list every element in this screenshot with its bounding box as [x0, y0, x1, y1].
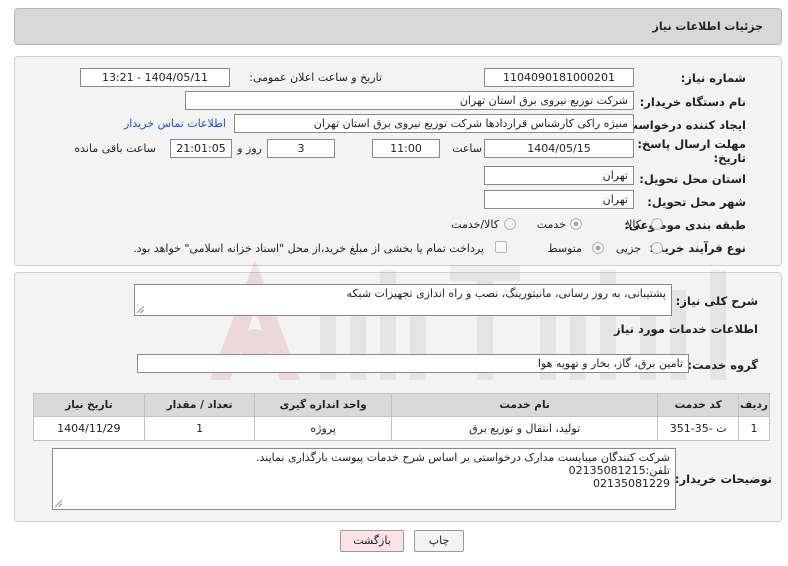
deadline-time-field: 11:00 [372, 139, 440, 158]
service-group-label: گروه خدمت: [687, 358, 758, 372]
announce-label: تاریخ و ساعت اعلان عمومی: [249, 71, 382, 84]
province-label: استان محل تحویل: [639, 172, 746, 186]
treasury-payment-checkbox[interactable] [495, 241, 507, 253]
deadline-date-field: 1404/05/15 [484, 139, 634, 158]
need-number-field: 1104090181000201 [484, 68, 634, 87]
deadline-label: مهلت ارسال پاسخ: تا [624, 137, 746, 151]
col-unit: واحد اندازه گیری [254, 393, 392, 417]
remaining-label: ساعت باقی مانده [74, 142, 156, 155]
buyer-notes-textarea[interactable]: شرکت کنندگان میبایست مدارک درخواستی بر ا… [52, 448, 676, 510]
category-goods-service-label: کالا/خدمت [451, 218, 499, 231]
province-field: تهران [484, 166, 634, 185]
page-title: جزئیات اطلاعات نیاز [652, 20, 764, 33]
city-label: شهر محل تحویل: [647, 195, 746, 209]
category-service-label: خدمت [536, 218, 566, 231]
summary-text: پشتیبانی، به روز رسانی، مانیتورینگ، نصب … [346, 287, 666, 300]
category-goods-radio[interactable] [651, 218, 663, 230]
col-row-number: ردیف [737, 393, 771, 417]
category-label: طبقه بندی موضوعی: [624, 218, 746, 232]
treasury-payment-note: پرداخت تمام یا بخشی از مبلغ خرید،از محل … [133, 242, 484, 255]
buyer-org-field: شرکت توزیع نیروی برق استان تهران [185, 91, 634, 110]
process-label: نوع فرآیند خرید : [649, 241, 746, 255]
process-medium-label: متوسط [547, 242, 582, 255]
time-label: ساعت [452, 142, 482, 155]
cell-unit: پروژه [254, 416, 392, 441]
col-need-date: تاریخ نیاز [33, 393, 145, 417]
city-field: تهران [484, 190, 634, 209]
col-service-code: کد خدمت [657, 393, 739, 417]
back-button[interactable]: بازگشت [340, 530, 404, 552]
contact-info-link[interactable]: اطلاعات تماس خریدار [124, 117, 226, 130]
cell-row-number: 1 [737, 416, 771, 441]
col-service-name: نام خدمت [390, 393, 659, 417]
page-header: جزئیات اطلاعات نیاز [14, 8, 782, 45]
buyer-org-label: نام دستگاه خریدار: [639, 95, 746, 109]
process-medium-radio[interactable] [592, 242, 604, 254]
cell-need-date: 1404/11/29 [33, 416, 145, 441]
summary-label: شرح کلی نیاز: [675, 294, 758, 308]
col-quantity: تعداد / مقدار [143, 393, 256, 417]
process-minor-radio[interactable] [651, 242, 663, 254]
category-goods-service-radio[interactable] [504, 218, 516, 230]
creator-label: ایجاد کننده درخواست: [621, 118, 746, 132]
process-minor-label: جزیی [615, 242, 641, 255]
service-group-field: تامین برق، گاز، بخار و تهویه هوا [137, 354, 689, 373]
need-info-panel [14, 56, 782, 266]
category-goods-label: کالا [626, 218, 641, 231]
cell-service-code: ت -35-351 [657, 416, 739, 441]
table-row: 1 ت -35-351 تولید، انتقال و توزیع برق پر… [33, 416, 771, 441]
summary-textarea[interactable]: پشتیبانی، به روز رسانی، مانیتورینگ، نصب … [134, 284, 672, 316]
deadline-date-label: تاریخ: [713, 151, 746, 165]
print-button[interactable]: چاپ [414, 530, 464, 552]
days-label: روز و [237, 142, 262, 155]
resize-handle-icon[interactable] [137, 306, 144, 313]
buyer-notes-line-2: تلفن:02135081215 [568, 464, 670, 477]
buyer-notes-label: توضیحات خریدار: [674, 472, 772, 486]
cell-service-name: تولید، انتقال و توزیع برق [390, 416, 659, 441]
buyer-notes-line-1: شرکت کنندگان میبایست مدارک درخواستی بر ا… [256, 451, 670, 464]
resize-handle-icon[interactable] [55, 500, 62, 507]
creator-field: منیژه راکی کارشناس قراردادها شرکت توزیع … [234, 114, 634, 133]
days-field: 3 [267, 139, 335, 158]
buyer-notes-line-3: 02135081229 [593, 477, 670, 490]
announce-field: 1404/05/11 - 13:21 [80, 68, 230, 87]
services-table: ردیف کد خدمت نام خدمت واحد اندازه گیری ت… [33, 393, 771, 441]
cell-quantity: 1 [143, 416, 256, 441]
category-service-radio[interactable] [570, 218, 582, 230]
services-title: اطلاعات خدمات مورد نیاز [614, 322, 758, 336]
table-header-row: ردیف کد خدمت نام خدمت واحد اندازه گیری ت… [33, 393, 771, 417]
remaining-time-field: 21:01:05 [170, 139, 232, 158]
need-number-label: شماره نیاز: [680, 71, 746, 85]
